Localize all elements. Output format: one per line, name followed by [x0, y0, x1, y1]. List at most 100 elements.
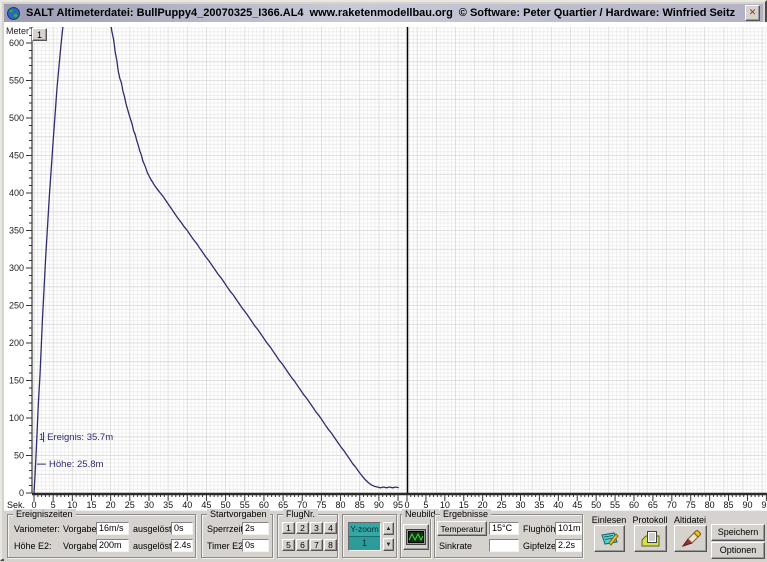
variometer-ausgeloest-label: ausgelöst — [133, 524, 172, 534]
protokoll-button[interactable] — [634, 525, 667, 552]
y-tick-label: 250 — [9, 301, 24, 311]
title-website: www.raketenmodellbau.org — [310, 7, 453, 19]
timer-e2-field[interactable]: 0s — [242, 539, 269, 552]
x-tick-label: 35 — [163, 500, 173, 510]
flughoehe-field[interactable]: 101m — [555, 522, 582, 535]
x-tick-label: 50 — [591, 500, 601, 510]
temperatur-button[interactable]: Temperatur — [437, 521, 487, 536]
x-tick-label: 65 — [648, 500, 658, 510]
protokoll-label: Protokoll — [630, 515, 670, 525]
einlesen-label: Einlesen — [590, 515, 628, 525]
y-tick-label: 100 — [9, 413, 24, 423]
x-tick-label: 70 — [667, 500, 677, 510]
yzoom-listbox[interactable]: Y-zoom 1 — [348, 522, 381, 551]
flugnr-button-1[interactable]: 1 — [282, 522, 295, 534]
y-tick-label: 300 — [9, 263, 24, 273]
annotation-text: Höhe: 25.8m — [49, 459, 103, 470]
screen-waveform-icon — [406, 529, 426, 545]
x-tick-label: 45 — [572, 500, 582, 510]
y-tick-label: 600 — [9, 38, 24, 48]
group-ergebnisse: Ergebnisse Temperatur 15°C Flughöhe 101m… — [434, 514, 583, 558]
speichern-button[interactable]: Speichern — [711, 524, 765, 541]
app-globe-icon — [7, 7, 20, 20]
flugnr-button-6[interactable]: 6 — [296, 539, 309, 551]
y-tick-label: 0 — [19, 488, 24, 498]
altitude-chart-svg: 050100150200250300350400450500550600Mete… — [4, 22, 767, 510]
x-tick-label: 85 — [724, 500, 734, 510]
sperrzeit-label: Sperrzeit — [207, 524, 243, 534]
group-neubild: Neubild — [400, 514, 431, 558]
app-window: SALT Altimeterdatei: BullPuppy4_20070325… — [0, 0, 767, 561]
x-tick-label: 40 — [182, 500, 192, 510]
y-tick-label: 150 — [9, 376, 24, 386]
annotation-text: Ereignis: 35.7m — [47, 432, 113, 443]
flight-select-button[interactable]: 1 — [32, 28, 47, 41]
group-ereigniszeiten-label: Ereigniszeiten — [13, 509, 76, 519]
x-tick-label: 90 — [374, 500, 384, 510]
sinkrate-label: Sinkrate — [439, 541, 472, 551]
close-button[interactable]: ✕ — [745, 5, 760, 21]
x-tick-label: 55 — [610, 500, 620, 510]
x-tick-label: 30 — [144, 500, 154, 510]
neubild-button[interactable] — [403, 524, 429, 550]
y-tick-label: 450 — [9, 151, 24, 161]
yzoom-down-button[interactable]: ▼ — [383, 538, 394, 551]
x-tick-label: 90 — [742, 500, 752, 510]
y-tick-label: 200 — [9, 338, 24, 348]
hoehe-e2-ausgeloest-label: ausgelöst — [133, 541, 172, 551]
altidatei-button[interactable] — [674, 525, 707, 552]
y-tick-label: 350 — [9, 226, 24, 236]
variometer-ausgeloest-field[interactable]: 0s — [171, 522, 193, 535]
group-startvorgaben: Startvorgaben Sperrzeit 2s Timer E2 0s — [201, 514, 273, 558]
flugnr-button-7[interactable]: 7 — [310, 539, 323, 551]
y-axis-title: Meter — [6, 26, 29, 36]
x-tick-label: 80 — [705, 500, 715, 510]
flugnr-button-2[interactable]: 2 — [296, 522, 309, 534]
temperatur-field[interactable]: 15°C — [489, 522, 519, 535]
x-tick-label: 95 — [761, 500, 767, 510]
flugnr-button-3[interactable]: 3 — [310, 522, 323, 534]
window-title: SALT Altimeterdatei: BullPuppy4_20070325… — [26, 7, 304, 19]
group-flugnr-label: FlugNr. — [283, 509, 318, 519]
variometer-vorgabe-label: Vorgabe — [63, 524, 97, 534]
x-tick-label: 40 — [553, 500, 563, 510]
altitude-chart: 050100150200250300350400450500550600Mete… — [4, 22, 767, 510]
yzoom-up-button[interactable]: ▲ — [383, 522, 394, 535]
x-tick-label: 30 — [515, 500, 525, 510]
title-credits: © Software: Peter Quartier / Hardware: W… — [459, 7, 735, 19]
rocket-pen-icon — [681, 530, 701, 548]
sperrzeit-field[interactable]: 2s — [242, 522, 269, 535]
y-tick-label: 550 — [9, 76, 24, 86]
hoehe-e2-label: Höhe E2: — [14, 541, 52, 551]
y-tick-label: 500 — [9, 113, 24, 123]
y-tick-label: 400 — [9, 188, 24, 198]
variometer-vorgabe-field[interactable]: 16m/s — [96, 522, 129, 535]
variometer-label: Variometer: — [14, 524, 60, 534]
chart-annotation-1: 1Ereignis: 35.7m — [39, 432, 113, 443]
group-startvorgaben-label: Startvorgaben — [207, 509, 270, 519]
printer-document-icon — [640, 530, 661, 547]
control-panel: Ereigniszeiten Variometer: Vorgabe 16m/s… — [4, 510, 767, 562]
x-tick-label: 80 — [336, 500, 346, 510]
flugnr-button-5[interactable]: 5 — [282, 539, 295, 551]
x-tick-label: 75 — [686, 500, 696, 510]
hoehe-e2-vorgabe-label: Vorgabe — [63, 541, 97, 551]
yzoom-value: 1 — [349, 537, 380, 550]
optionen-button[interactable]: Optionen — [711, 542, 765, 559]
gipfelzeit-field[interactable]: 2.2s — [555, 539, 582, 552]
sinkrate-field[interactable] — [489, 539, 519, 552]
hoehe-e2-vorgabe-field[interactable]: 200m — [96, 539, 129, 552]
timer-e2-label: Timer E2 — [207, 541, 243, 551]
yzoom-header: Y-zoom — [349, 523, 380, 537]
flugnr-button-8[interactable]: 8 — [324, 539, 337, 551]
einlesen-button[interactable] — [594, 525, 625, 552]
hoehe-e2-ausgeloest-field[interactable]: 2.4s — [171, 539, 193, 552]
x-tick-label: 35 — [534, 500, 544, 510]
x-tick-label: 20 — [106, 500, 116, 510]
group-ergebnisse-label: Ergebnisse — [440, 509, 491, 519]
x-tick-label: 25 — [497, 500, 507, 510]
x-tick-label: 15 — [86, 500, 96, 510]
group-flugnr: FlugNr. 1 2 3 4 5 6 7 8 — [277, 514, 338, 558]
y-tick-label: 50 — [14, 451, 24, 461]
flugnr-button-4[interactable]: 4 — [324, 522, 337, 534]
